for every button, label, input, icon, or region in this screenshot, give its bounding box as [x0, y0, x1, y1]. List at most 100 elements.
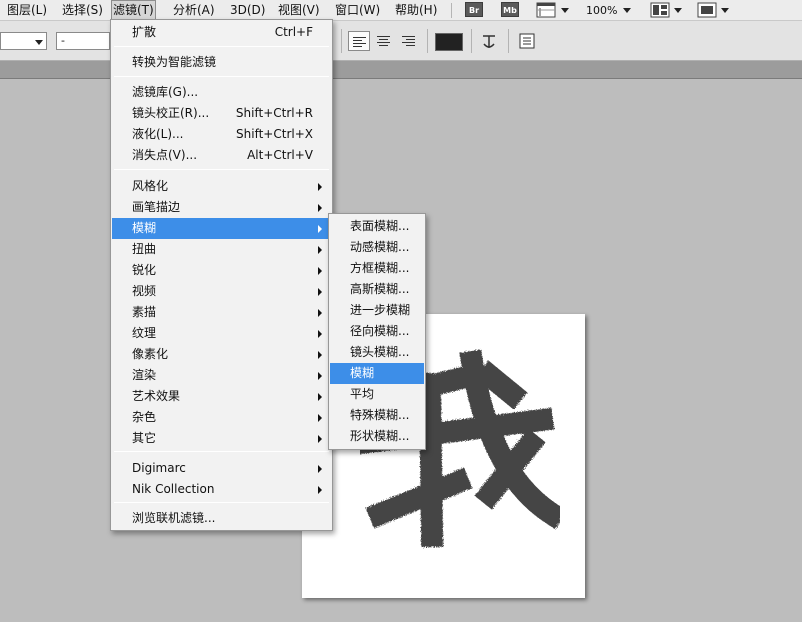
menu-item-vanishing-point[interactable]: 消失点(V)... Alt+Ctrl+V — [112, 145, 331, 166]
menu-help[interactable]: 帮助(H) — [394, 0, 438, 21]
menu-layer[interactable]: 图层(L) — [6, 0, 48, 21]
menu-item-lens-blur[interactable]: 镜头模糊... — [330, 342, 424, 363]
submenu-arrow-icon — [318, 465, 322, 473]
menu-item-label: 进一步模糊 — [350, 303, 411, 317]
zoom-level[interactable]: 100% — [586, 0, 617, 21]
menu-item-nik-collection[interactable]: Nik Collection — [112, 479, 331, 500]
menu-item-other[interactable]: 其它 — [112, 428, 331, 449]
shortcut: Shift+Ctrl+R — [235, 106, 313, 120]
menu-item-lens-correction[interactable]: 镜头校正(R)... Shift+Ctrl+R — [112, 103, 331, 124]
separator — [114, 76, 329, 77]
menu-3d[interactable]: 3D(D) — [229, 0, 266, 21]
align-right-button[interactable] — [398, 31, 420, 51]
menu-item-surface-blur[interactable]: 表面模糊... — [330, 216, 424, 237]
menu-item-browse-filters-online[interactable]: 浏览联机滤镜... — [112, 508, 331, 529]
menu-item-noise[interactable]: 杂色 — [112, 407, 331, 428]
warp-text-icon[interactable] — [479, 32, 499, 52]
menu-item-render[interactable]: 渲染 — [112, 365, 331, 386]
menu-item-label: 形状模糊... — [350, 429, 410, 443]
chevron-down-icon[interactable] — [674, 8, 682, 13]
menu-item-label: 方框模糊... — [350, 261, 410, 275]
menu-item-box-blur[interactable]: 方框模糊... — [330, 258, 424, 279]
separator — [471, 29, 472, 53]
menu-item-label: 扩散 — [132, 25, 157, 39]
font-style-select[interactable]: - — [56, 32, 110, 50]
menu-item-digimarc[interactable]: Digimarc — [112, 458, 331, 479]
menu-item-label: 转换为智能滤镜 — [132, 55, 217, 69]
menu-item-label: 锐化 — [132, 263, 157, 277]
menu-filter[interactable]: 滤镜(T) — [111, 0, 156, 21]
text-color-swatch[interactable] — [435, 33, 463, 51]
separator — [114, 46, 329, 47]
menu-item-texture[interactable]: 纹理 — [112, 323, 331, 344]
menu-item-filter-gallery[interactable]: 滤镜库(G)... — [112, 82, 331, 103]
character-panel-icon[interactable] — [518, 32, 536, 50]
menu-item-label: 消失点(V)... — [132, 148, 198, 162]
menu-item-convert-smart-filter[interactable]: 转换为智能滤镜 — [112, 52, 331, 73]
blur-submenu: 表面模糊... 动感模糊... 方框模糊... 高斯模糊... 进一步模糊 径向… — [328, 213, 426, 450]
menu-item-sketch[interactable]: 素描 — [112, 302, 331, 323]
chevron-down-icon[interactable] — [561, 8, 569, 13]
align-left-button[interactable] — [348, 31, 370, 51]
menu-item-blur[interactable]: 模糊 — [112, 218, 331, 239]
menu-item-label: 风格化 — [132, 179, 169, 193]
separator — [427, 29, 428, 53]
chevron-down-icon[interactable] — [721, 8, 729, 13]
menu-item-label: 视频 — [132, 284, 157, 298]
separator — [114, 502, 329, 503]
shortcut: Alt+Ctrl+V — [247, 148, 313, 162]
arrange-documents-icon[interactable] — [650, 2, 670, 18]
menu-item-blur[interactable]: 模糊 — [330, 363, 424, 384]
menu-item-label: 杂色 — [132, 410, 157, 424]
submenu-arrow-icon — [318, 330, 322, 338]
submenu-arrow-icon — [318, 246, 322, 254]
chevron-down-icon[interactable] — [35, 40, 43, 45]
menu-bar: 图层(L) 选择(S) 滤镜(T) 分析(A) 3D(D) 视图(V) 窗口(W… — [0, 0, 802, 21]
separator — [114, 169, 329, 170]
menu-item-artistic[interactable]: 艺术效果 — [112, 386, 331, 407]
menu-item-label: 高斯模糊... — [350, 282, 410, 296]
shortcut: Shift+Ctrl+X — [236, 127, 313, 141]
menu-item-label: 镜头校正(R)... — [132, 106, 210, 120]
menu-window[interactable]: 窗口(W) — [334, 0, 381, 21]
menu-item-diffuse[interactable]: 扩散 Ctrl+F — [112, 22, 331, 43]
menu-item-label: 径向模糊... — [350, 324, 410, 338]
menu-item-shape-blur[interactable]: 形状模糊... — [330, 426, 424, 447]
chevron-down-icon[interactable] — [623, 8, 631, 13]
submenu-arrow-icon — [318, 204, 322, 212]
menu-analysis[interactable]: 分析(A) — [172, 0, 216, 21]
menu-item-pixelate[interactable]: 像素化 — [112, 344, 331, 365]
screen-mode-icon[interactable] — [697, 2, 717, 18]
menu-select[interactable]: 选择(S) — [61, 0, 104, 21]
submenu-arrow-icon — [318, 372, 322, 380]
menu-item-gaussian-blur[interactable]: 高斯模糊... — [330, 279, 424, 300]
menu-item-average[interactable]: 平均 — [330, 384, 424, 405]
menu-item-motion-blur[interactable]: 动感模糊... — [330, 237, 424, 258]
align-center-button[interactable] — [373, 31, 395, 51]
menu-item-label: 其它 — [132, 431, 157, 445]
menu-item-label: 纹理 — [132, 326, 157, 340]
menu-item-stylize[interactable]: 风格化 — [112, 176, 331, 197]
menu-item-blur-more[interactable]: 进一步模糊 — [330, 300, 424, 321]
menu-item-label: 镜头模糊... — [350, 345, 410, 359]
menu-item-label: Nik Collection — [132, 482, 215, 496]
menu-item-label: 模糊 — [350, 366, 375, 380]
menu-item-label: 像素化 — [132, 347, 169, 361]
submenu-arrow-icon — [318, 288, 322, 296]
menu-item-radial-blur[interactable]: 径向模糊... — [330, 321, 424, 342]
menu-view[interactable]: 视图(V) — [277, 0, 321, 21]
menu-item-label: 滤镜库(G)... — [132, 85, 199, 99]
menu-item-sharpen[interactable]: 锐化 — [112, 260, 331, 281]
menu-item-video[interactable]: 视频 — [112, 281, 331, 302]
menu-item-brush-strokes[interactable]: 画笔描边 — [112, 197, 331, 218]
mini-bridge-button[interactable]: Mb — [501, 2, 519, 17]
menu-item-liquify[interactable]: 液化(L)... Shift+Ctrl+X — [112, 124, 331, 145]
view-extras-icon[interactable] — [536, 2, 556, 18]
menu-item-smart-blur[interactable]: 特殊模糊... — [330, 405, 424, 426]
submenu-arrow-icon — [318, 351, 322, 359]
menu-item-label: Digimarc — [132, 461, 186, 475]
shortcut: Ctrl+F — [274, 25, 313, 39]
menu-item-distort[interactable]: 扭曲 — [112, 239, 331, 260]
bridge-button[interactable]: Br — [465, 2, 483, 17]
separator — [114, 451, 329, 452]
